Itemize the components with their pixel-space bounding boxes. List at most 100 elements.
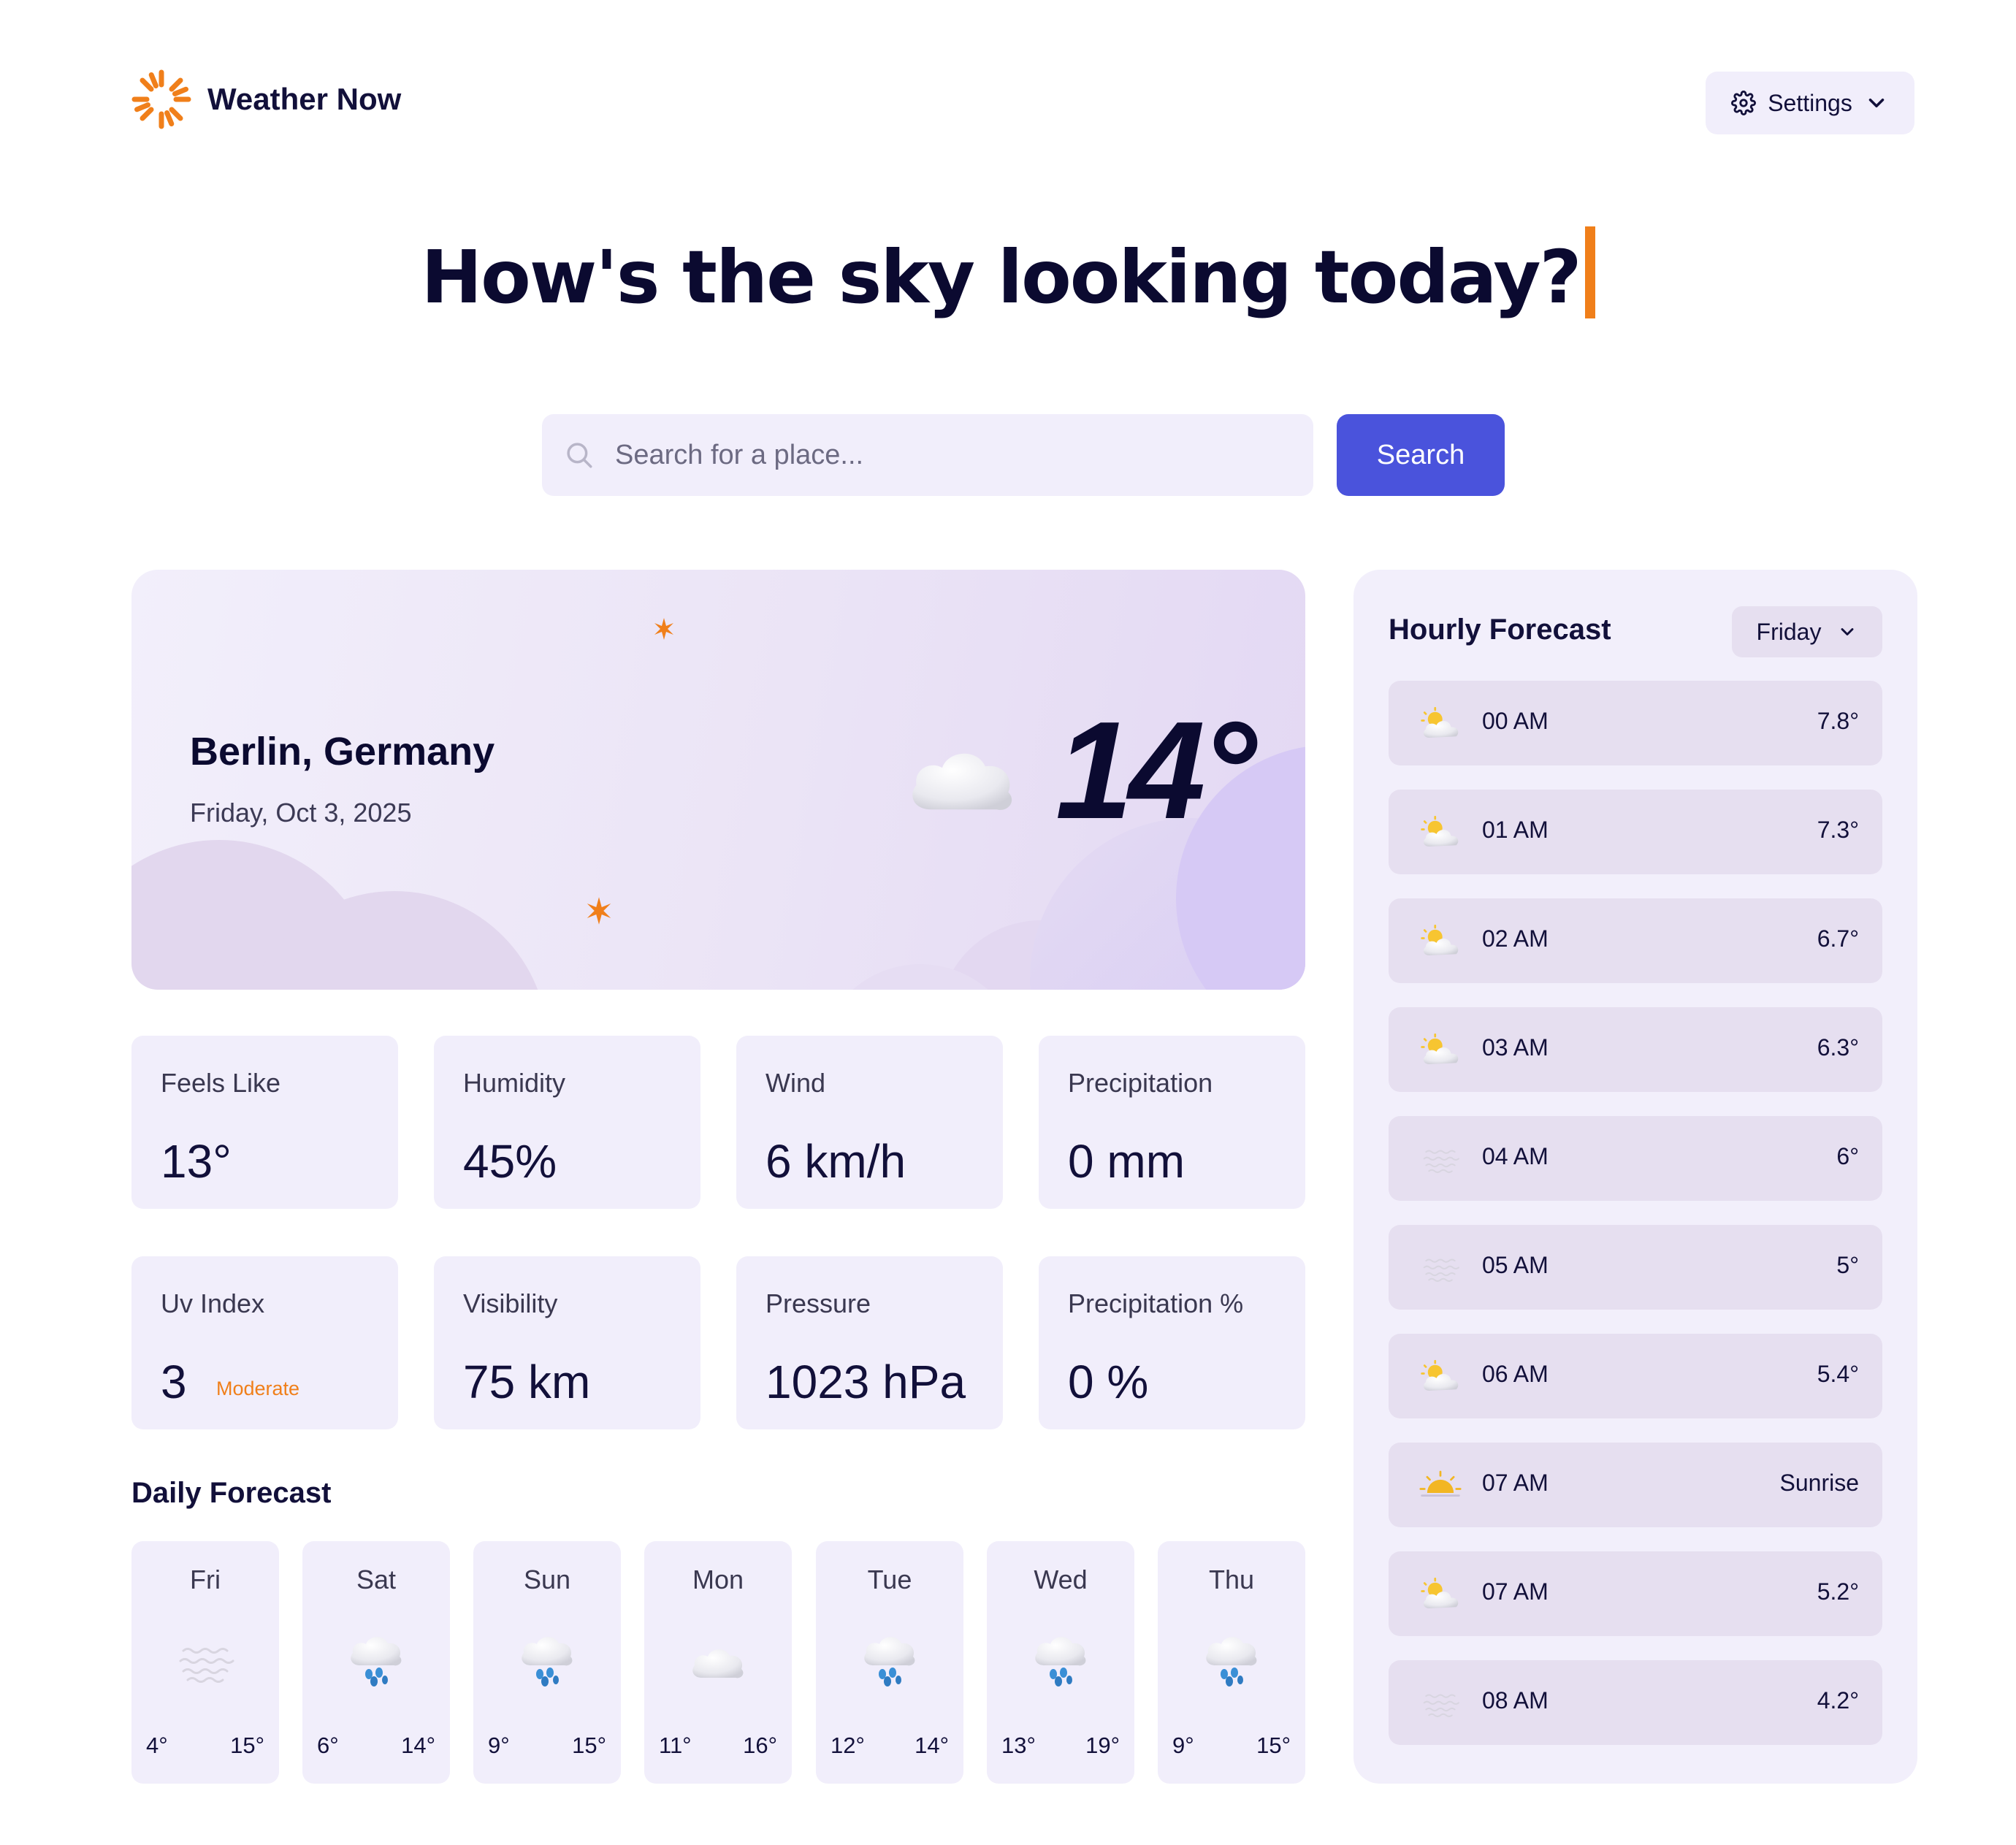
metric-value: 3	[161, 1356, 187, 1408]
rain-icon	[347, 1636, 405, 1687]
fog-icon	[1419, 1142, 1462, 1176]
partly-cloudy-icon	[1419, 925, 1462, 958]
gear-icon	[1731, 91, 1757, 115]
partly-cloudy-icon	[1419, 707, 1462, 741]
partly-cloudy-icon	[1419, 1360, 1462, 1394]
metric-precipitation: Precipitation 0 mm	[1039, 1036, 1305, 1209]
day-low: 4°	[146, 1733, 168, 1758]
hourly-row: 08 AM 4.2°	[1389, 1660, 1882, 1745]
day-name: Mon	[692, 1565, 744, 1594]
hourly-row: 05 AM 5°	[1389, 1225, 1882, 1310]
hour-temp: 5.2°	[1817, 1578, 1859, 1605]
hour-temp: 4.2°	[1817, 1687, 1859, 1714]
hour-temp: 7.8°	[1817, 708, 1859, 734]
day-low: 6°	[317, 1733, 339, 1758]
hour-time: 08 AM	[1482, 1687, 1549, 1714]
search-button[interactable]: Search	[1337, 414, 1505, 496]
day-high: 14°	[915, 1733, 949, 1758]
day-low: 13°	[1001, 1733, 1036, 1758]
hour-time: 07 AM	[1482, 1470, 1549, 1496]
hourly-row: 04 AM 6°	[1389, 1116, 1882, 1201]
hourly-row: 01 AM 7.3°	[1389, 790, 1882, 874]
rain-icon	[1031, 1636, 1090, 1687]
metric-value: 0 %	[1068, 1356, 1149, 1408]
current-date: Friday, Oct 3, 2025	[190, 798, 412, 828]
hour-temp: 7.3°	[1817, 817, 1859, 843]
metric-label: Pressure	[765, 1288, 871, 1318]
metric-humidity: Humidity 45%	[434, 1036, 700, 1209]
hero-title: How's the sky looking today?	[421, 234, 1581, 320]
cloud-icon	[689, 1636, 747, 1687]
hour-time: 01 AM	[1482, 817, 1549, 843]
metric-pressure: Pressure 1023 hPa	[736, 1256, 1003, 1429]
hourly-forecast-title: Hourly Forecast	[1389, 614, 1611, 646]
day-name: Sat	[356, 1565, 397, 1594]
metric-uv-index: Uv Index 3 Moderate	[131, 1256, 398, 1429]
hourly-row: 07 AM Sunrise	[1389, 1443, 1882, 1527]
day-low: 11°	[659, 1733, 692, 1758]
rain-icon	[1202, 1636, 1261, 1687]
hourly-row: 03 AM 6.3°	[1389, 1007, 1882, 1092]
metric-feels-like: Feels Like 13°	[131, 1036, 398, 1209]
search-box[interactable]	[542, 414, 1313, 496]
chevron-down-icon	[1868, 98, 1885, 108]
hour-time: 00 AM	[1482, 708, 1549, 734]
day-card: Thu 9° 15°	[1158, 1541, 1305, 1784]
day-select-value: Friday	[1756, 618, 1822, 645]
hour-time: 07 AM	[1482, 1578, 1549, 1605]
hourly-row: 07 AM 5.2°	[1389, 1551, 1882, 1636]
day-card: Tue 12° 14°	[816, 1541, 963, 1784]
hero-heading: How's the sky looking today?	[0, 226, 2016, 320]
partly-cloudy-icon	[1419, 1578, 1462, 1611]
current-weather-card: Berlin, Germany Friday, Oct 3, 2025 14°	[131, 570, 1305, 990]
hour-temp: 5.4°	[1817, 1361, 1859, 1387]
hour-temp: 6.3°	[1817, 1034, 1859, 1061]
metric-label: Uv Index	[161, 1288, 265, 1318]
hour-temp: 6.7°	[1817, 925, 1859, 952]
hour-temp: 6°	[1836, 1143, 1859, 1169]
day-select-dropdown[interactable]: Friday	[1732, 606, 1882, 657]
day-name: Wed	[1034, 1565, 1088, 1594]
day-high: 16°	[743, 1733, 777, 1758]
hour-time: 05 AM	[1482, 1252, 1549, 1278]
metric-value: 0 mm	[1068, 1135, 1185, 1188]
current-temperature: 14°	[1055, 693, 1256, 848]
day-high: 15°	[230, 1733, 264, 1758]
day-card: Sun 9° 15°	[473, 1541, 621, 1784]
metric-value: 6 km/h	[765, 1135, 906, 1188]
hourly-forecast-panel: Hourly Forecast Friday 00 AM 7.8° 01 AM …	[1353, 570, 1917, 1784]
metric-label: Precipitation %	[1068, 1288, 1244, 1318]
search-icon	[567, 443, 592, 468]
hour-time: 04 AM	[1482, 1143, 1549, 1169]
day-low: 9°	[488, 1733, 510, 1758]
uv-level-badge: Moderate	[216, 1378, 300, 1399]
day-name: Tue	[867, 1565, 912, 1594]
metric-value: 45%	[463, 1135, 557, 1188]
day-high: 15°	[572, 1733, 606, 1758]
sparkle-icon	[654, 618, 673, 640]
day-name: Fri	[190, 1565, 221, 1594]
metric-value: 1023 hPa	[765, 1356, 966, 1408]
rain-icon	[860, 1636, 919, 1687]
metric-label: Humidity	[463, 1068, 566, 1098]
text-caret	[1584, 226, 1595, 318]
day-name: Sun	[523, 1565, 571, 1594]
day-card: Sat 6° 14°	[302, 1541, 450, 1784]
fog-icon	[1419, 1251, 1462, 1285]
app-logo[interactable]: Weather Now	[131, 69, 401, 129]
day-name: Thu	[1208, 1565, 1255, 1594]
hourly-row: 02 AM 6.7°	[1389, 898, 1882, 983]
fog-icon	[1419, 1687, 1462, 1720]
hour-time: 03 AM	[1482, 1034, 1549, 1061]
fog-icon	[176, 1636, 234, 1687]
metric-value: 13°	[161, 1135, 232, 1188]
metric-label: Precipitation	[1068, 1068, 1213, 1098]
search-input[interactable]	[614, 438, 1271, 472]
day-high: 19°	[1085, 1733, 1120, 1758]
chevron-down-icon	[1841, 628, 1854, 635]
day-high: 15°	[1256, 1733, 1291, 1758]
settings-button[interactable]: Settings	[1706, 72, 1914, 134]
sunrise-icon	[1419, 1469, 1462, 1502]
metric-label: Visibility	[463, 1288, 558, 1318]
metric-label: Feels Like	[161, 1068, 281, 1098]
